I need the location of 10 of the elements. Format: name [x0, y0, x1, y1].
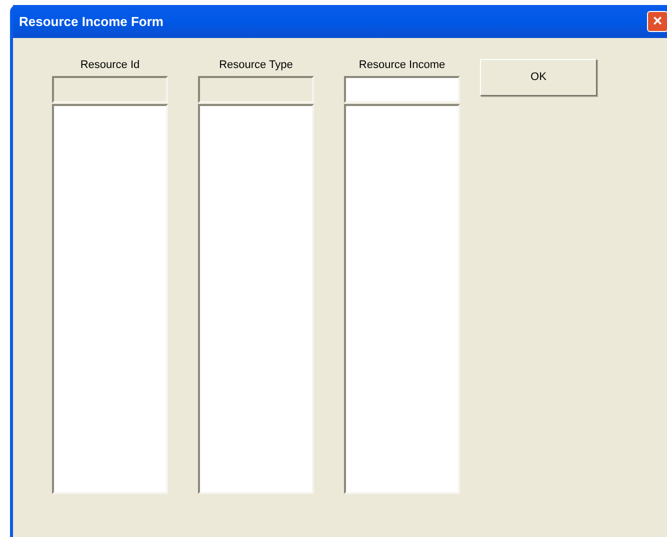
column-label: Resource Type [218, 58, 294, 73]
list-box[interactable] [198, 104, 314, 494]
list-box[interactable] [344, 104, 460, 494]
list-box[interactable] [52, 104, 168, 494]
close-button[interactable]: × [647, 11, 667, 32]
window-title: Resource Income Form [19, 12, 164, 31]
column-label: Resource Income [358, 58, 446, 73]
input-field[interactable] [344, 76, 460, 103]
column-label: Resource Id [79, 58, 141, 73]
ok-button[interactable]: OK [480, 59, 597, 96]
